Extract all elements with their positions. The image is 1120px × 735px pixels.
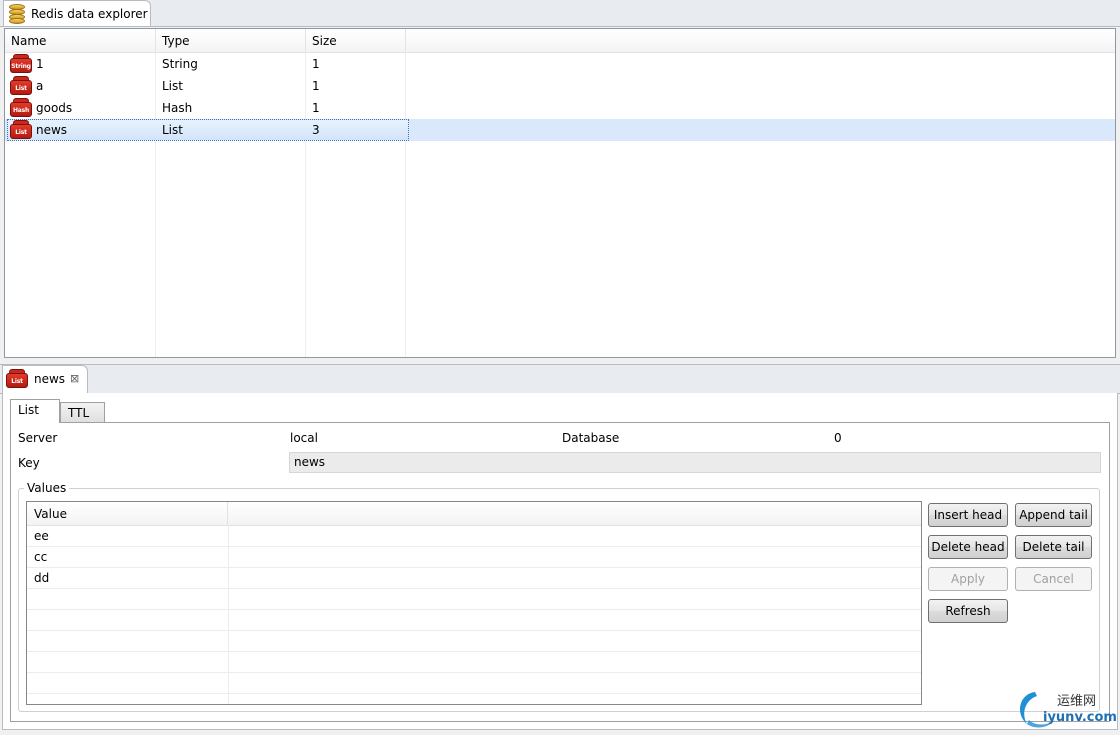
redis-hash-icon: Hash — [10, 98, 32, 118]
database-icon — [9, 3, 25, 24]
watermark-cn: 运维网 — [1057, 694, 1097, 709]
column-header-type[interactable]: Type — [156, 29, 306, 52]
values-table[interactable]: Value ee cc dd — [26, 501, 922, 705]
key-type: Hash — [162, 101, 193, 115]
key-size: 1 — [312, 79, 320, 93]
key-row-selected[interactable]: List news List 3 — [5, 119, 1115, 141]
cancel-button[interactable]: Cancel — [1015, 567, 1092, 591]
key-label: Key — [18, 456, 40, 470]
append-tail-button[interactable]: Append tail — [1015, 503, 1092, 527]
delete-head-button[interactable]: Delete head — [928, 535, 1008, 559]
close-icon[interactable]: ⊠ — [70, 366, 79, 392]
key-type: List — [162, 79, 183, 93]
key-row[interactable]: List a List 1 — [5, 75, 1115, 97]
empty-row — [27, 652, 921, 673]
keys-table-header: Name Type Size — [5, 29, 1115, 53]
key-row[interactable]: Hash goods Hash 1 — [5, 97, 1115, 119]
apply-button[interactable]: Apply — [928, 567, 1008, 591]
column-divider — [228, 525, 229, 704]
view-tab-label: Redis data explorer — [31, 6, 148, 21]
redis-string-icon: String — [10, 54, 32, 74]
key-type: List — [162, 123, 183, 137]
database-value: 0 — [834, 431, 842, 445]
key-name: 1 — [36, 57, 44, 71]
redis-list-icon: List — [10, 120, 32, 140]
server-value: local — [290, 431, 318, 445]
selection-highlight — [7, 119, 409, 141]
key-name: a — [36, 79, 44, 93]
delete-tail-button[interactable]: Delete tail — [1015, 535, 1092, 559]
column-header-value[interactable]: Value — [27, 502, 228, 525]
tab-editor-news[interactable]: List news ⊠ — [2, 365, 88, 393]
key-name: goods — [36, 101, 73, 115]
editor-tabstrip — [0, 364, 1120, 394]
tab-redis-data-explorer[interactable]: Redis data explorer — [3, 0, 151, 26]
explorer-view: Redis data explorer Name Type Size Strin… — [0, 0, 1120, 362]
key-name: news — [36, 123, 68, 137]
column-header-name[interactable]: Name — [5, 29, 156, 52]
empty-row — [27, 589, 921, 610]
value-row[interactable]: cc — [27, 547, 921, 568]
tab-ttl[interactable]: TTL — [60, 402, 105, 424]
value-row[interactable]: dd — [27, 568, 921, 589]
server-label: Server — [18, 431, 58, 445]
empty-row — [27, 631, 921, 652]
empty-row — [27, 610, 921, 631]
values-table-header: Value — [27, 502, 921, 526]
value-cell: ee — [34, 529, 49, 543]
column-header-size[interactable]: Size — [306, 29, 406, 52]
key-size: 1 — [312, 101, 320, 115]
database-label: Database — [562, 431, 620, 445]
key-field[interactable]: news — [289, 452, 1101, 473]
view-tabstrip — [0, 0, 1120, 27]
refresh-button[interactable]: Refresh — [928, 599, 1008, 623]
redis-list-icon: List — [10, 76, 32, 96]
empty-row — [27, 673, 921, 694]
key-type: String — [162, 57, 198, 71]
values-group-title: Values — [24, 480, 70, 496]
value-cell: cc — [34, 550, 48, 564]
value-row[interactable]: ee — [27, 526, 921, 547]
value-cell: dd — [34, 571, 50, 585]
key-size: 1 — [312, 57, 320, 71]
editor-tab-label: news — [34, 372, 66, 386]
key-row[interactable]: String 1 String 1 — [5, 53, 1115, 75]
keys-table[interactable]: Name Type Size String 1 String 1 List a … — [4, 28, 1116, 358]
key-size: 3 — [312, 123, 320, 137]
watermark-domain: iyunv.com — [1043, 710, 1117, 725]
insert-head-button[interactable]: Insert head — [928, 503, 1008, 527]
watermark-logo: 运维网 iyunv.com — [1013, 686, 1119, 731]
tab-list[interactable]: List — [10, 399, 60, 423]
redis-list-icon: List — [6, 369, 28, 389]
